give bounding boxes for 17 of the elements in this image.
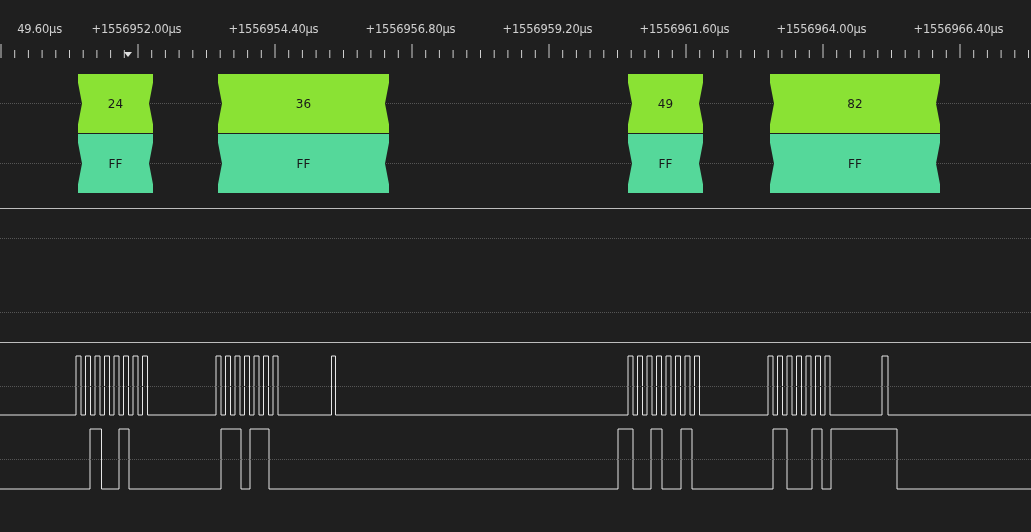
decoded-byte[interactable]: 24 bbox=[78, 74, 153, 133]
time-label: +1556961.60µs bbox=[638, 22, 731, 36]
decoded-byte[interactable]: FF bbox=[628, 134, 703, 193]
decoded-byte[interactable]: FF bbox=[218, 134, 389, 193]
decoded-byte[interactable]: FF bbox=[78, 134, 153, 193]
decoded-byte[interactable]: 49 bbox=[628, 74, 703, 133]
time-label: +1556954.40µs bbox=[227, 22, 320, 36]
time-label: +1556956.80µs bbox=[364, 22, 457, 36]
decoded-byte[interactable]: 36 bbox=[218, 74, 389, 133]
decoded-byte[interactable]: FF bbox=[770, 134, 940, 193]
time-label: +1556964.00µs bbox=[775, 22, 868, 36]
time-label: +1556959.20µs bbox=[501, 22, 594, 36]
time-label: +1556952.00µs bbox=[90, 22, 183, 36]
time-label: 49.60µs bbox=[16, 22, 63, 36]
time-label: +1556966.40µs bbox=[912, 22, 1005, 36]
cursor-marker-icon[interactable] bbox=[124, 52, 132, 57]
decoded-byte[interactable]: 82 bbox=[770, 74, 940, 133]
